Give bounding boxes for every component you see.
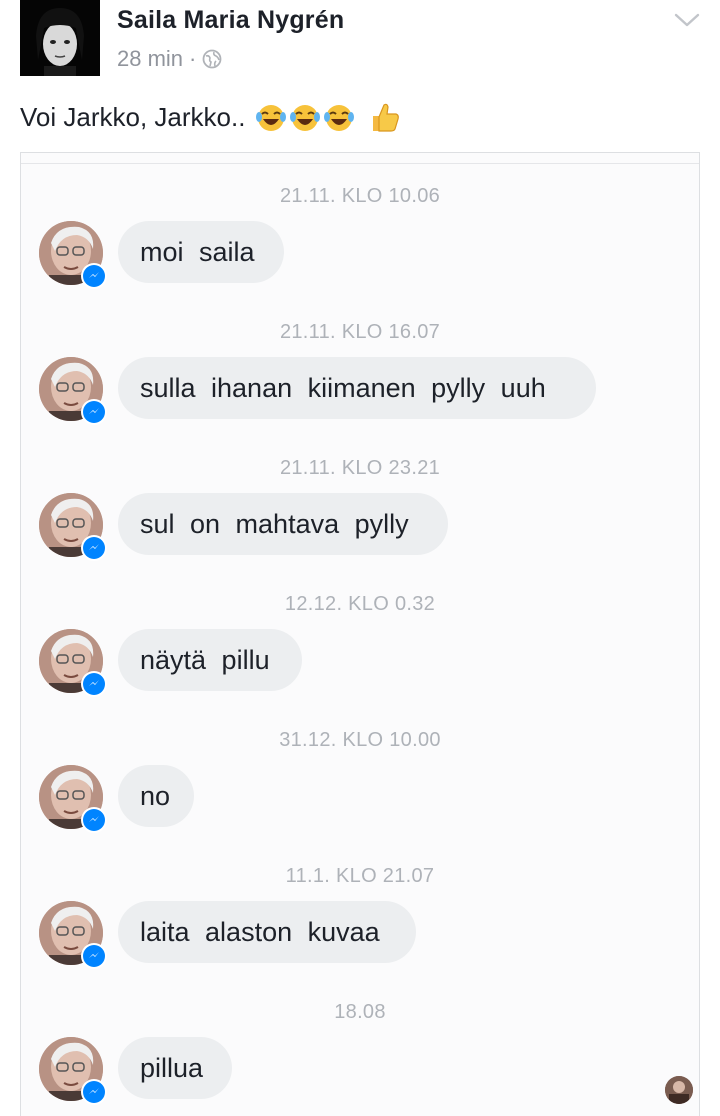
globe-icon <box>202 49 222 69</box>
message-timestamp: 21.11. KLO 16.07 <box>279 321 441 343</box>
face-with-tears-of-joy-icon <box>289 101 321 133</box>
post-header: Saila Maria Nygrén 28 min · <box>0 0 720 90</box>
message-group: 18.08 pillua <box>21 1001 699 1111</box>
messenger-icon <box>81 263 107 289</box>
message-bubble[interactable]: no <box>118 765 194 827</box>
meta-separator: · <box>189 46 197 71</box>
message-timestamp: 12.12. KLO 0.32 <box>284 593 436 615</box>
message-group: 12.12. KLO 0.32 näytä pillu <box>21 593 699 703</box>
message-group: 21.11. KLO 16.07 sulla ihanan kiimanen py… <box>21 321 699 431</box>
chevron-down-icon[interactable] <box>672 8 702 32</box>
author-avatar[interactable] <box>20 0 100 76</box>
message-bubble[interactable]: moi saila <box>118 221 284 283</box>
message-bubble[interactable]: laita alaston kuvaa <box>118 901 416 963</box>
message-timestamp: 11.1. KLO 21.07 <box>285 865 435 887</box>
messenger-icon <box>81 1079 107 1105</box>
messenger-icon <box>81 399 107 425</box>
message-group: 21.11. KLO 23.21 sul on mahtava pylly <box>21 457 699 567</box>
post-meta: 28 min · <box>117 46 222 72</box>
face-with-tears-of-joy-icon <box>323 101 355 133</box>
messenger-icon <box>81 943 107 969</box>
seen-indicator-avatar <box>665 1076 693 1104</box>
message-bubble[interactable]: näytä pillu <box>118 629 302 691</box>
message-timestamp: 18.08 <box>334 1001 386 1023</box>
message-bubble[interactable]: sul on mahtava pylly <box>118 493 448 555</box>
message-group: 11.1. KLO 21.07 laita alaston kuvaa <box>21 865 699 975</box>
messenger-icon <box>81 807 107 833</box>
message-bubble[interactable]: pillua <box>118 1037 232 1099</box>
messenger-icon <box>81 671 107 697</box>
post-caption: Voi Jarkko, Jarkko.. <box>20 100 401 134</box>
message-bubble[interactable]: sulla ihanan kiimanen pylly uuh <box>118 357 596 419</box>
screenshot-top-divider <box>21 163 699 164</box>
message-group: 31.12. KLO 10.00 no <box>21 729 699 839</box>
message-timestamp: 21.11. KLO 23.21 <box>279 457 441 479</box>
post-author-name[interactable]: Saila Maria Nygrén <box>117 6 344 35</box>
caption-text: Voi Jarkko, Jarkko.. <box>20 101 246 132</box>
messenger-icon <box>81 535 107 561</box>
face-with-tears-of-joy-icon <box>255 101 287 133</box>
message-timestamp: 21.11. KLO 10.06 <box>279 185 441 207</box>
post-time[interactable]: 28 min <box>117 46 183 72</box>
message-timestamp: 31.12. KLO 10.00 <box>279 729 441 751</box>
messenger-screenshot[interactable]: 21.11. KLO 10.06 moi saila 21.11. KLO 16.0… <box>20 152 700 1116</box>
message-group: 21.11. KLO 10.06 moi saila <box>21 185 699 295</box>
thumbs-up-icon <box>367 100 401 134</box>
